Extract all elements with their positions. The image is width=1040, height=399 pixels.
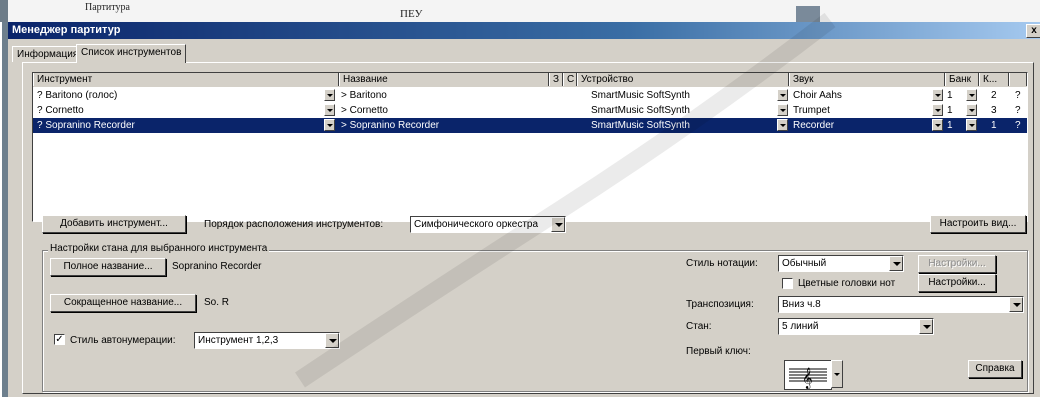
device-dropdown[interactable]: [777, 89, 788, 101]
column-header[interactable]: К...: [979, 73, 1009, 86]
background-block: [796, 6, 820, 22]
instrument-dropdown[interactable]: [324, 104, 335, 116]
background-edge: [0, 0, 8, 22]
device-dropdown[interactable]: [777, 119, 788, 131]
device-cell: SmartMusic SoftSynth: [591, 120, 690, 131]
instrument-dropdown[interactable]: [324, 89, 335, 101]
bank-dropdown[interactable]: [966, 89, 977, 101]
background-text: ПЕУ: [400, 8, 423, 20]
order-select[interactable]: Симфонического оркестра: [410, 216, 566, 233]
chevron-down-icon[interactable]: [325, 333, 339, 348]
treble-clef-icon[interactable]: 𝄞: [784, 360, 832, 390]
instrument-dropdown[interactable]: [324, 119, 335, 131]
svg-text:𝄞: 𝄞: [802, 368, 813, 389]
autonumber-checkbox[interactable]: ✓: [54, 334, 65, 345]
column-header[interactable]: Звук: [789, 73, 945, 86]
autonumber-select-value: Инструмент 1,2,3: [198, 335, 279, 346]
autonumber-select[interactable]: Инструмент 1,2,3: [194, 332, 340, 349]
sound-cell: Trumpet: [793, 105, 830, 116]
table-row[interactable]: ? Cornetto > Cornetto SmartMusic SoftSyn…: [33, 103, 1027, 118]
instrument-cell: ? Sopranino Recorder: [37, 120, 135, 131]
notation-settings-button[interactable]: Настройки...: [918, 255, 996, 273]
autonumber-label: Стиль автонумерации:: [70, 335, 176, 346]
window-title: Менеджер партитур: [12, 24, 121, 36]
notation-style-label: Стиль нотации:: [686, 258, 758, 269]
notation-style-select[interactable]: Обычный: [778, 255, 904, 272]
full-name-button[interactable]: Полное название...: [50, 258, 166, 276]
column-header[interactable]: Банк: [945, 73, 979, 86]
sound-cell: Recorder: [793, 120, 835, 131]
column-header[interactable]: Название: [339, 73, 549, 86]
sound-dropdown[interactable]: [932, 104, 943, 116]
score-manager-window: Менеджер партитур x Информация Список ин…: [2, 22, 1040, 397]
sound-dropdown[interactable]: [932, 89, 943, 101]
background-text: Партитура: [85, 2, 130, 13]
k-cell: 3: [991, 105, 997, 116]
bank-cell: 1: [947, 120, 953, 131]
staff-select[interactable]: 5 линий: [778, 318, 934, 335]
name-cell: > Baritono: [341, 90, 387, 101]
color-noteheads-label: Цветные головки нот: [798, 278, 896, 289]
sound-cell: Choir Aahs: [793, 90, 842, 101]
device-dropdown[interactable]: [777, 104, 788, 116]
bank-dropdown[interactable]: [966, 119, 977, 131]
sound-dropdown[interactable]: [932, 119, 943, 131]
order-select-value: Симфонического оркестра: [414, 219, 539, 230]
q-cell: ?: [1015, 105, 1021, 116]
column-header[interactable]: З: [549, 73, 563, 86]
first-clef-label: Первый ключ:: [686, 346, 751, 357]
chevron-down-icon[interactable]: [551, 217, 565, 232]
staff-value: 5 линий: [782, 321, 819, 332]
instrument-cell: ? Baritono (голос): [37, 90, 118, 101]
short-name-button[interactable]: Сокращенное название...: [50, 294, 196, 312]
column-header[interactable]: Устройство: [577, 73, 789, 86]
column-header: [1009, 73, 1027, 86]
column-header[interactable]: С: [563, 73, 577, 86]
device-cell: SmartMusic SoftSynth: [591, 90, 690, 101]
bank-cell: 1: [947, 105, 953, 116]
noteheads-settings-button[interactable]: Настройки...: [918, 274, 996, 292]
chevron-down-icon[interactable]: [1009, 297, 1023, 312]
staff-settings-title: Настройки стана для выбранного инструмен…: [48, 243, 270, 254]
name-cell: > Cornetto: [341, 105, 388, 116]
table-header: Инструмент Название З С Устройство Звук …: [33, 73, 1027, 87]
add-instrument-button[interactable]: Добавить инструмент...: [42, 215, 186, 233]
transposition-select[interactable]: Вниз ч.8: [778, 296, 1024, 313]
background-document: Партитура ПЕУ: [0, 0, 1040, 22]
bank-dropdown[interactable]: [966, 104, 977, 116]
color-noteheads-checkbox[interactable]: [782, 278, 793, 289]
tab-info[interactable]: Информация: [12, 46, 84, 62]
title-bar: Менеджер партитур x: [8, 22, 1040, 39]
order-label: Порядок расположения инструментов:: [204, 219, 384, 230]
instrument-cell: ? Cornetto: [37, 105, 84, 116]
name-cell: > Sopranino Recorder: [341, 120, 440, 131]
help-button[interactable]: Справка: [968, 360, 1022, 378]
chevron-down-icon[interactable]: [889, 256, 903, 271]
customize-view-button[interactable]: Настроить вид...: [930, 215, 1026, 233]
chevron-down-icon[interactable]: [919, 319, 933, 334]
staff-label: Стан:: [686, 321, 712, 332]
close-button[interactable]: x: [1026, 24, 1040, 38]
table-row[interactable]: ? Baritono (голос) > Baritono SmartMusic…: [33, 88, 1027, 103]
clef-dropdown[interactable]: [831, 360, 843, 388]
notation-style-value: Обычный: [782, 258, 827, 269]
instrument-table: Инструмент Название З С Устройство Звук …: [32, 72, 1028, 222]
q-cell: ?: [1015, 120, 1021, 131]
k-cell: 2: [991, 90, 997, 101]
table-row-selected[interactable]: ? Sopranino Recorder > Sopranino Recorde…: [33, 118, 1027, 133]
transposition-value: Вниз ч.8: [782, 299, 821, 310]
column-header[interactable]: Инструмент: [33, 73, 339, 86]
q-cell: ?: [1015, 90, 1021, 101]
short-name-value: So. R: [204, 297, 230, 308]
bank-cell: 1: [947, 90, 953, 101]
tab-instrument-list[interactable]: Список инструментов: [76, 44, 187, 63]
device-cell: SmartMusic SoftSynth: [591, 105, 690, 116]
k-cell: 1: [991, 120, 997, 131]
transposition-label: Транспозиция:: [686, 299, 754, 310]
full-name-value: Sopranino Recorder: [172, 261, 262, 272]
